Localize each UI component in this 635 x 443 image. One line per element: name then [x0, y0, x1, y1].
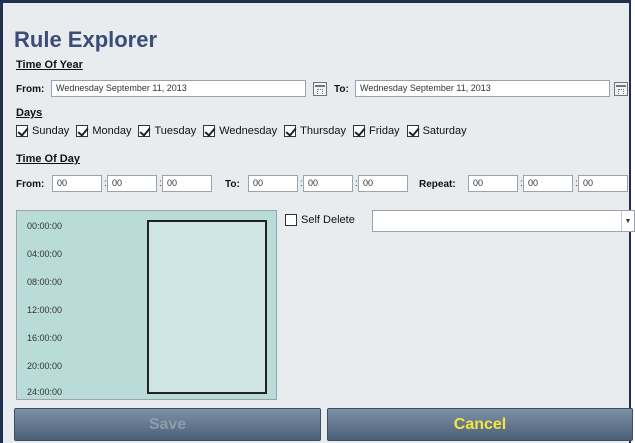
to-second-field[interactable]: 00	[358, 175, 408, 192]
day-wednesday[interactable]: Wednesday	[203, 125, 277, 137]
self-delete-label: Self Delete	[301, 214, 355, 226]
dialog-title: Rule Explorer	[14, 27, 158, 52]
day-tuesday[interactable]: Tuesday	[138, 125, 196, 137]
days-row: Sunday Monday Tuesday Wednesday Thursday…	[16, 125, 474, 137]
wednesday-checkbox[interactable]	[203, 125, 216, 137]
day-label: Sunday	[32, 125, 70, 137]
from-calendar-icon[interactable]	[313, 82, 327, 96]
day-label: Thursday	[300, 125, 346, 137]
timeline-label: 20:00:00	[27, 361, 63, 371]
timeline-label: 12:00:00	[27, 305, 63, 315]
days-heading: Days	[16, 107, 43, 119]
monday-checkbox[interactable]	[76, 125, 89, 137]
cancel-button[interactable]: Cancel	[327, 408, 633, 441]
day-label: Friday	[369, 125, 400, 137]
timeline-label: 08:00:00	[27, 277, 63, 287]
day-thursday[interactable]: Thursday	[284, 125, 346, 137]
day-label: Saturday	[422, 125, 467, 137]
self-delete-option[interactable]: Self Delete	[285, 214, 355, 226]
self-delete-checkbox[interactable]	[285, 214, 297, 226]
save-button[interactable]: Save	[14, 408, 321, 441]
timeline-label: 00:00:00	[27, 221, 63, 231]
to-time-label: To:	[225, 179, 240, 190]
repeat-hour-field[interactable]: 00	[468, 175, 518, 192]
repeat-minute-field[interactable]: 00	[523, 175, 573, 192]
repeat-second-field[interactable]: 00	[578, 175, 628, 192]
saturday-checkbox[interactable]	[406, 125, 419, 137]
from-date-field[interactable]: Wednesday September 11, 2013	[51, 80, 306, 97]
repeat-label: Repeat:	[419, 179, 456, 190]
from-second-field[interactable]: 00	[162, 175, 212, 192]
to-minute-field[interactable]: 00	[303, 175, 353, 192]
from-hour-field[interactable]: 00	[52, 175, 102, 192]
from-date-label: From:	[16, 84, 45, 95]
day-label: Wednesday	[219, 125, 278, 137]
time-of-year-heading: Time Of Year	[16, 59, 83, 71]
thursday-checkbox[interactable]	[284, 125, 297, 137]
chevron-down-icon[interactable]: ▼	[621, 211, 634, 231]
day-label: Monday	[92, 125, 132, 137]
from-time-label: From:	[16, 179, 45, 190]
day-friday[interactable]: Friday	[353, 125, 400, 137]
friday-checkbox[interactable]	[353, 125, 365, 137]
tuesday-checkbox[interactable]	[138, 125, 151, 137]
timeline-label: 16:00:00	[27, 333, 63, 343]
to-date-field[interactable]: Wednesday September 11, 2013	[355, 80, 610, 97]
from-minute-field[interactable]: 00	[107, 175, 157, 192]
day-sunday[interactable]: Sunday	[16, 125, 69, 137]
time-of-day-heading: Time Of Day	[16, 153, 80, 165]
day-saturday[interactable]: Saturday	[406, 125, 467, 137]
day-timeline[interactable]: 00:00:00 04:00:00 08:00:00 12:00:00 16:0…	[16, 210, 277, 400]
to-date-label: To:	[334, 84, 349, 95]
sunday-checkbox[interactable]	[16, 125, 28, 137]
self-delete-dropdown[interactable]: ▼	[372, 210, 635, 232]
to-hour-field[interactable]: 00	[248, 175, 298, 192]
timeline-selected-range[interactable]	[147, 220, 267, 394]
day-monday[interactable]: Monday	[76, 125, 131, 137]
day-label: Tuesday	[154, 125, 197, 137]
timeline-label: 24:00:00	[27, 387, 63, 397]
timeline-label: 04:00:00	[27, 249, 63, 259]
to-calendar-icon[interactable]	[614, 82, 628, 96]
